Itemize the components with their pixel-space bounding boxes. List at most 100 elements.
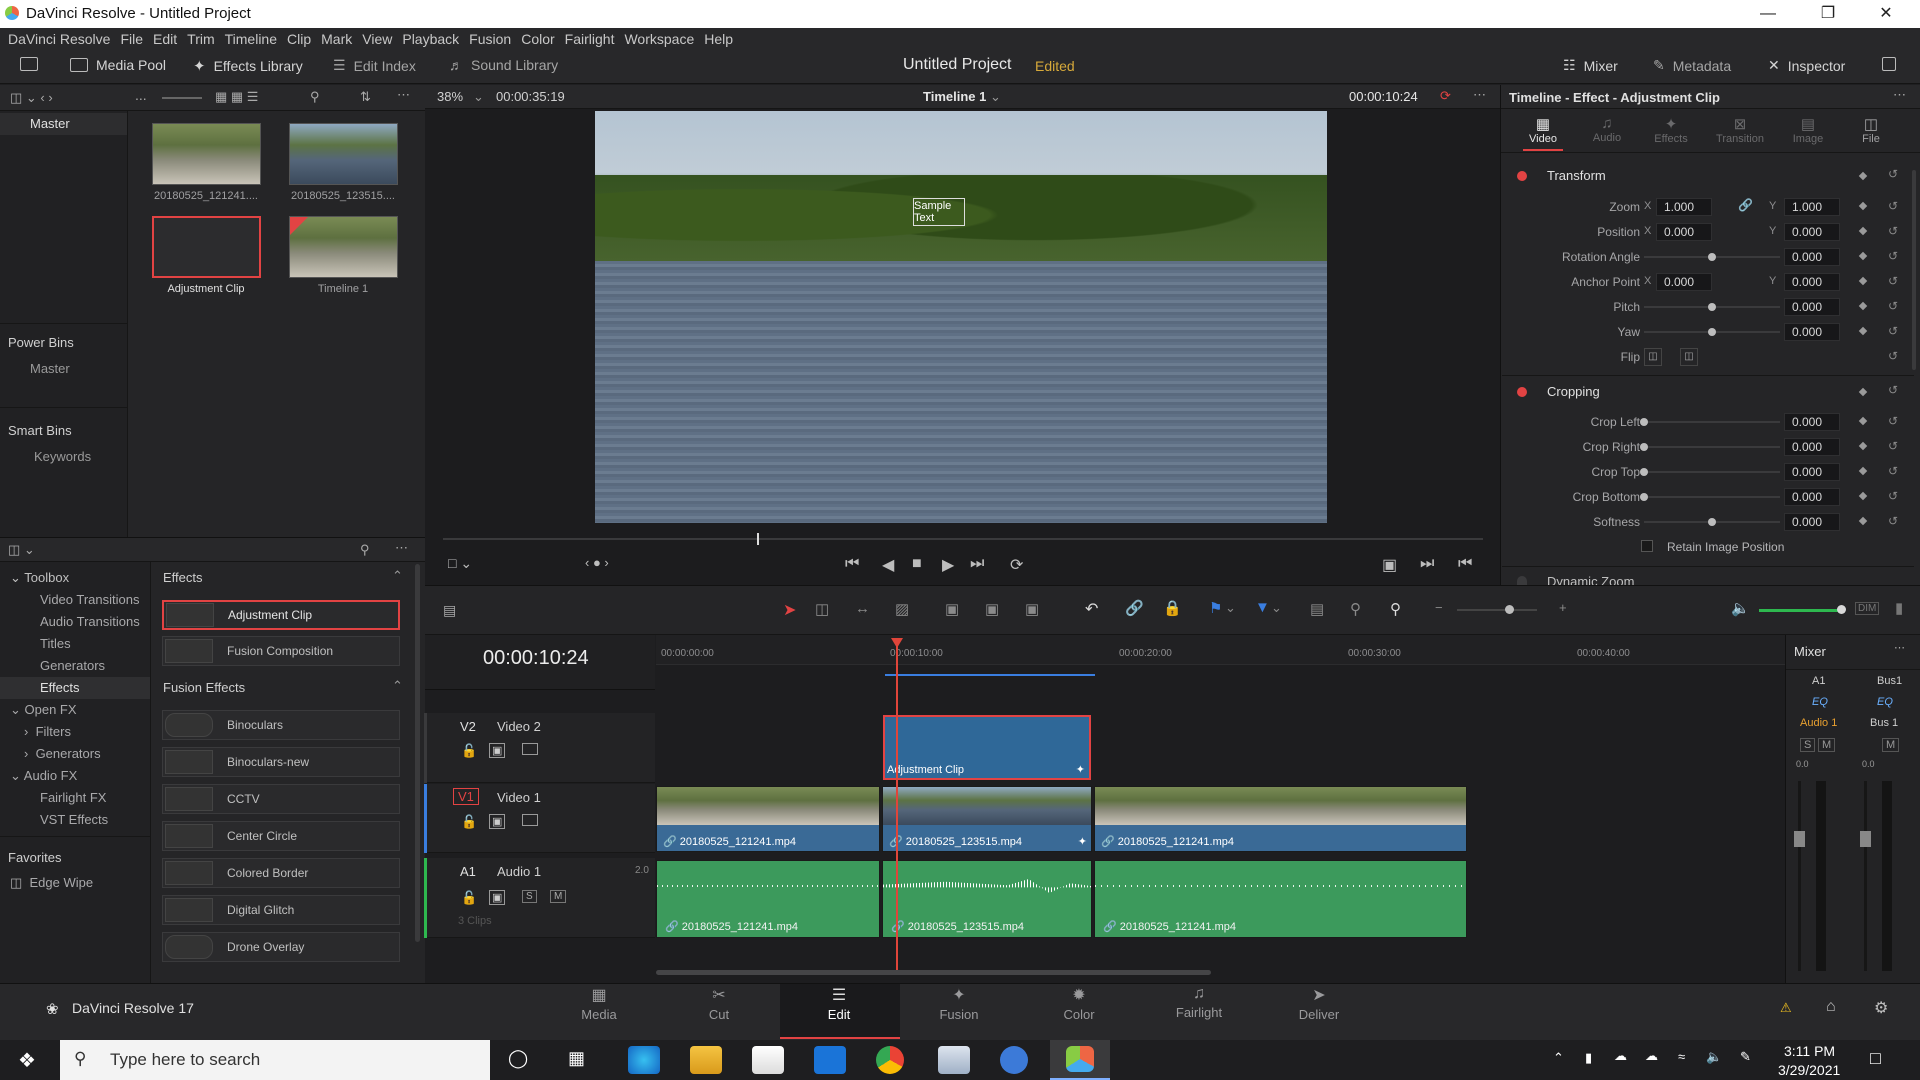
tab-audio[interactable]: ♫ Audio <box>1583 115 1631 144</box>
fusion-binoculars[interactable]: Binoculars <box>162 710 400 740</box>
reset-icon[interactable]: ↺ <box>1888 274 1898 288</box>
tree-generators[interactable]: Generators <box>40 658 105 673</box>
thumb-size-slider[interactable] <box>162 97 202 99</box>
inspector-scrollbar[interactable] <box>1912 170 1916 370</box>
home-icon[interactable]: ⌂ <box>1826 998 1836 1016</box>
reset-icon[interactable]: ↺ <box>1888 489 1898 503</box>
yaw-field[interactable]: 0.000 <box>1784 323 1840 341</box>
mixer-button[interactable]: ☷ Mixer <box>1563 57 1618 74</box>
lock-icon[interactable]: 🔓 <box>461 890 477 906</box>
menu-help[interactable]: Help <box>704 31 733 47</box>
adjustment-clip[interactable]: Adjustment Clip ✦ <box>883 715 1091 780</box>
options-icon[interactable]: ⋯ <box>397 87 410 103</box>
tree-fairlight-fx[interactable]: Fairlight FX <box>40 790 106 805</box>
favorite-edge-wipe[interactable]: ◫ Edge Wipe <box>10 875 93 891</box>
reset-icon[interactable]: ↺ <box>1888 299 1898 313</box>
keyframe-icon[interactable] <box>1858 416 1868 426</box>
bus1-fader-track[interactable] <box>1864 781 1867 971</box>
skip-end-icon[interactable]: ⏭ <box>970 555 984 573</box>
menu-mark[interactable]: Mark <box>321 31 352 47</box>
lock-icon[interactable]: 🔓 <box>461 814 477 830</box>
keyframe-icon[interactable] <box>1858 326 1868 336</box>
battery-icon[interactable]: ▮ <box>1585 1050 1592 1066</box>
openfx-node[interactable]: ⌄ Open FX <box>10 702 77 718</box>
app-icon[interactable] <box>938 1046 970 1074</box>
inspector-button[interactable]: ✕ Inspector <box>1768 57 1845 74</box>
crop-bottom-field[interactable]: 0.000 <box>1784 488 1840 506</box>
yaw-knob[interactable] <box>1708 328 1716 336</box>
audio-clip[interactable]: 🔗 20180525_121241.mp4 <box>656 860 880 938</box>
replace-clip-icon[interactable]: ▣ <box>1025 600 1039 618</box>
timeline-scrollbar[interactable] <box>656 970 1211 975</box>
crop-top-slider[interactable] <box>1644 471 1780 473</box>
marker-icon[interactable]: ▼ <box>1255 599 1270 616</box>
tab-effects[interactable]: ✦ Effects <box>1647 115 1695 145</box>
bins-toggle-icon[interactable]: ◫ ⌄ ‹ › <box>10 90 53 106</box>
crop-right-field[interactable]: 0.000 <box>1784 438 1840 456</box>
scrubber-head[interactable] <box>757 533 759 545</box>
cropping-enable-toggle[interactable] <box>1517 387 1527 397</box>
auto-select-icon[interactable]: ▣ <box>489 743 506 758</box>
trim-tool-icon[interactable]: ◫ <box>815 600 829 618</box>
zoom-out-icon[interactable]: − <box>1435 600 1443 615</box>
menu-view[interactable]: View <box>362 31 392 47</box>
dynamic-trim-icon[interactable]: ↔ <box>855 600 870 617</box>
expand-panel-icon[interactable] <box>1882 57 1896 71</box>
menu-timeline[interactable]: Timeline <box>225 31 277 47</box>
metadata-button[interactable]: ✎ Metadata <box>1653 57 1731 74</box>
mixer-mute-button[interactable]: M <box>1818 738 1836 752</box>
page-tab-edit[interactable]: ☰ Edit <box>784 985 894 1022</box>
match-frame-icon[interactable]: ▣ <box>1382 555 1397 575</box>
sync-icon[interactable]: ⟳ <box>1440 88 1451 104</box>
tree-vst-effects[interactable]: VST Effects <box>40 812 108 827</box>
reverse-icon[interactable]: ◀ <box>882 555 894 575</box>
menu-workspace[interactable]: Workspace <box>624 31 694 47</box>
edge-icon[interactable] <box>628 1046 660 1074</box>
clock-time[interactable]: 3:11 PM <box>1784 1043 1835 1059</box>
tree-titles[interactable]: Titles <box>40 636 71 651</box>
viewer-zoom[interactable]: 38% <box>437 89 463 104</box>
viewer-mode-icon[interactable]: □ ⌄ <box>448 555 472 572</box>
zoom-x-field[interactable]: 1.000 <box>1656 198 1712 216</box>
zoom-y-field[interactable]: 1.000 <box>1784 198 1840 216</box>
store-icon[interactable] <box>752 1046 784 1074</box>
reset-icon[interactable]: ↺ <box>1888 464 1898 478</box>
audio-clip[interactable]: 🔗 20180525_123515.mp4 <box>882 860 1092 938</box>
bus-mute-button[interactable]: M <box>1882 738 1900 752</box>
blade-tool-icon[interactable]: ▨ <box>895 600 909 618</box>
page-tab-deliver[interactable]: ➤ Deliver <box>1264 985 1374 1022</box>
pen-icon[interactable]: ✎ <box>1740 1049 1751 1065</box>
fusion-center-circle[interactable]: Center Circle <box>162 821 400 851</box>
a1-fader-track[interactable] <box>1798 781 1801 971</box>
crop-bottom-knob[interactable] <box>1640 493 1648 501</box>
solo-button[interactable]: S <box>522 890 537 903</box>
menu-clip[interactable]: Clip <box>287 31 311 47</box>
snapping-icon[interactable]: ↶ <box>1085 599 1098 619</box>
windows-start-icon[interactable]: ❖ <box>18 1048 36 1073</box>
link-icon[interactable]: 🔗 <box>1738 198 1753 212</box>
rotation-field[interactable]: 0.000 <box>1784 248 1840 266</box>
anchor-x-field[interactable]: 0.000 <box>1656 273 1712 291</box>
dim-button[interactable]: DIM <box>1855 602 1880 615</box>
zoom-slider[interactable] <box>1457 609 1537 611</box>
prev-edit-icon[interactable]: ⏮ <box>1458 555 1472 573</box>
search-icon[interactable]: ⚲ <box>310 89 320 105</box>
menu-edit[interactable]: Edit <box>153 31 177 47</box>
maximize-button[interactable]: ❐ <box>1806 2 1850 26</box>
power-bin-master[interactable]: Master <box>30 361 70 376</box>
crop-top-field[interactable]: 0.000 <box>1784 463 1840 481</box>
volume-icon[interactable]: 🔈 <box>1706 1049 1722 1065</box>
pitch-field[interactable]: 0.000 <box>1784 298 1840 316</box>
crop-left-knob[interactable] <box>1640 418 1648 426</box>
crop-top-knob[interactable] <box>1640 468 1648 476</box>
stop-icon[interactable]: ■ <box>912 555 922 573</box>
keyframe-icon[interactable] <box>1858 201 1868 211</box>
page-tab-media[interactable]: ▦ Media <box>544 985 654 1022</box>
reset-icon[interactable]: ↺ <box>1888 383 1898 397</box>
effects-library-button[interactable]: ✦ Effects Library <box>193 57 303 75</box>
fusion-cctv[interactable]: CCTV <box>162 784 400 814</box>
keyframe-icon[interactable] <box>1858 516 1868 526</box>
timeline-view-icon[interactable]: ▤ <box>443 602 456 619</box>
volume-knob[interactable] <box>1837 605 1846 614</box>
softness-field[interactable]: 0.000 <box>1784 513 1840 531</box>
